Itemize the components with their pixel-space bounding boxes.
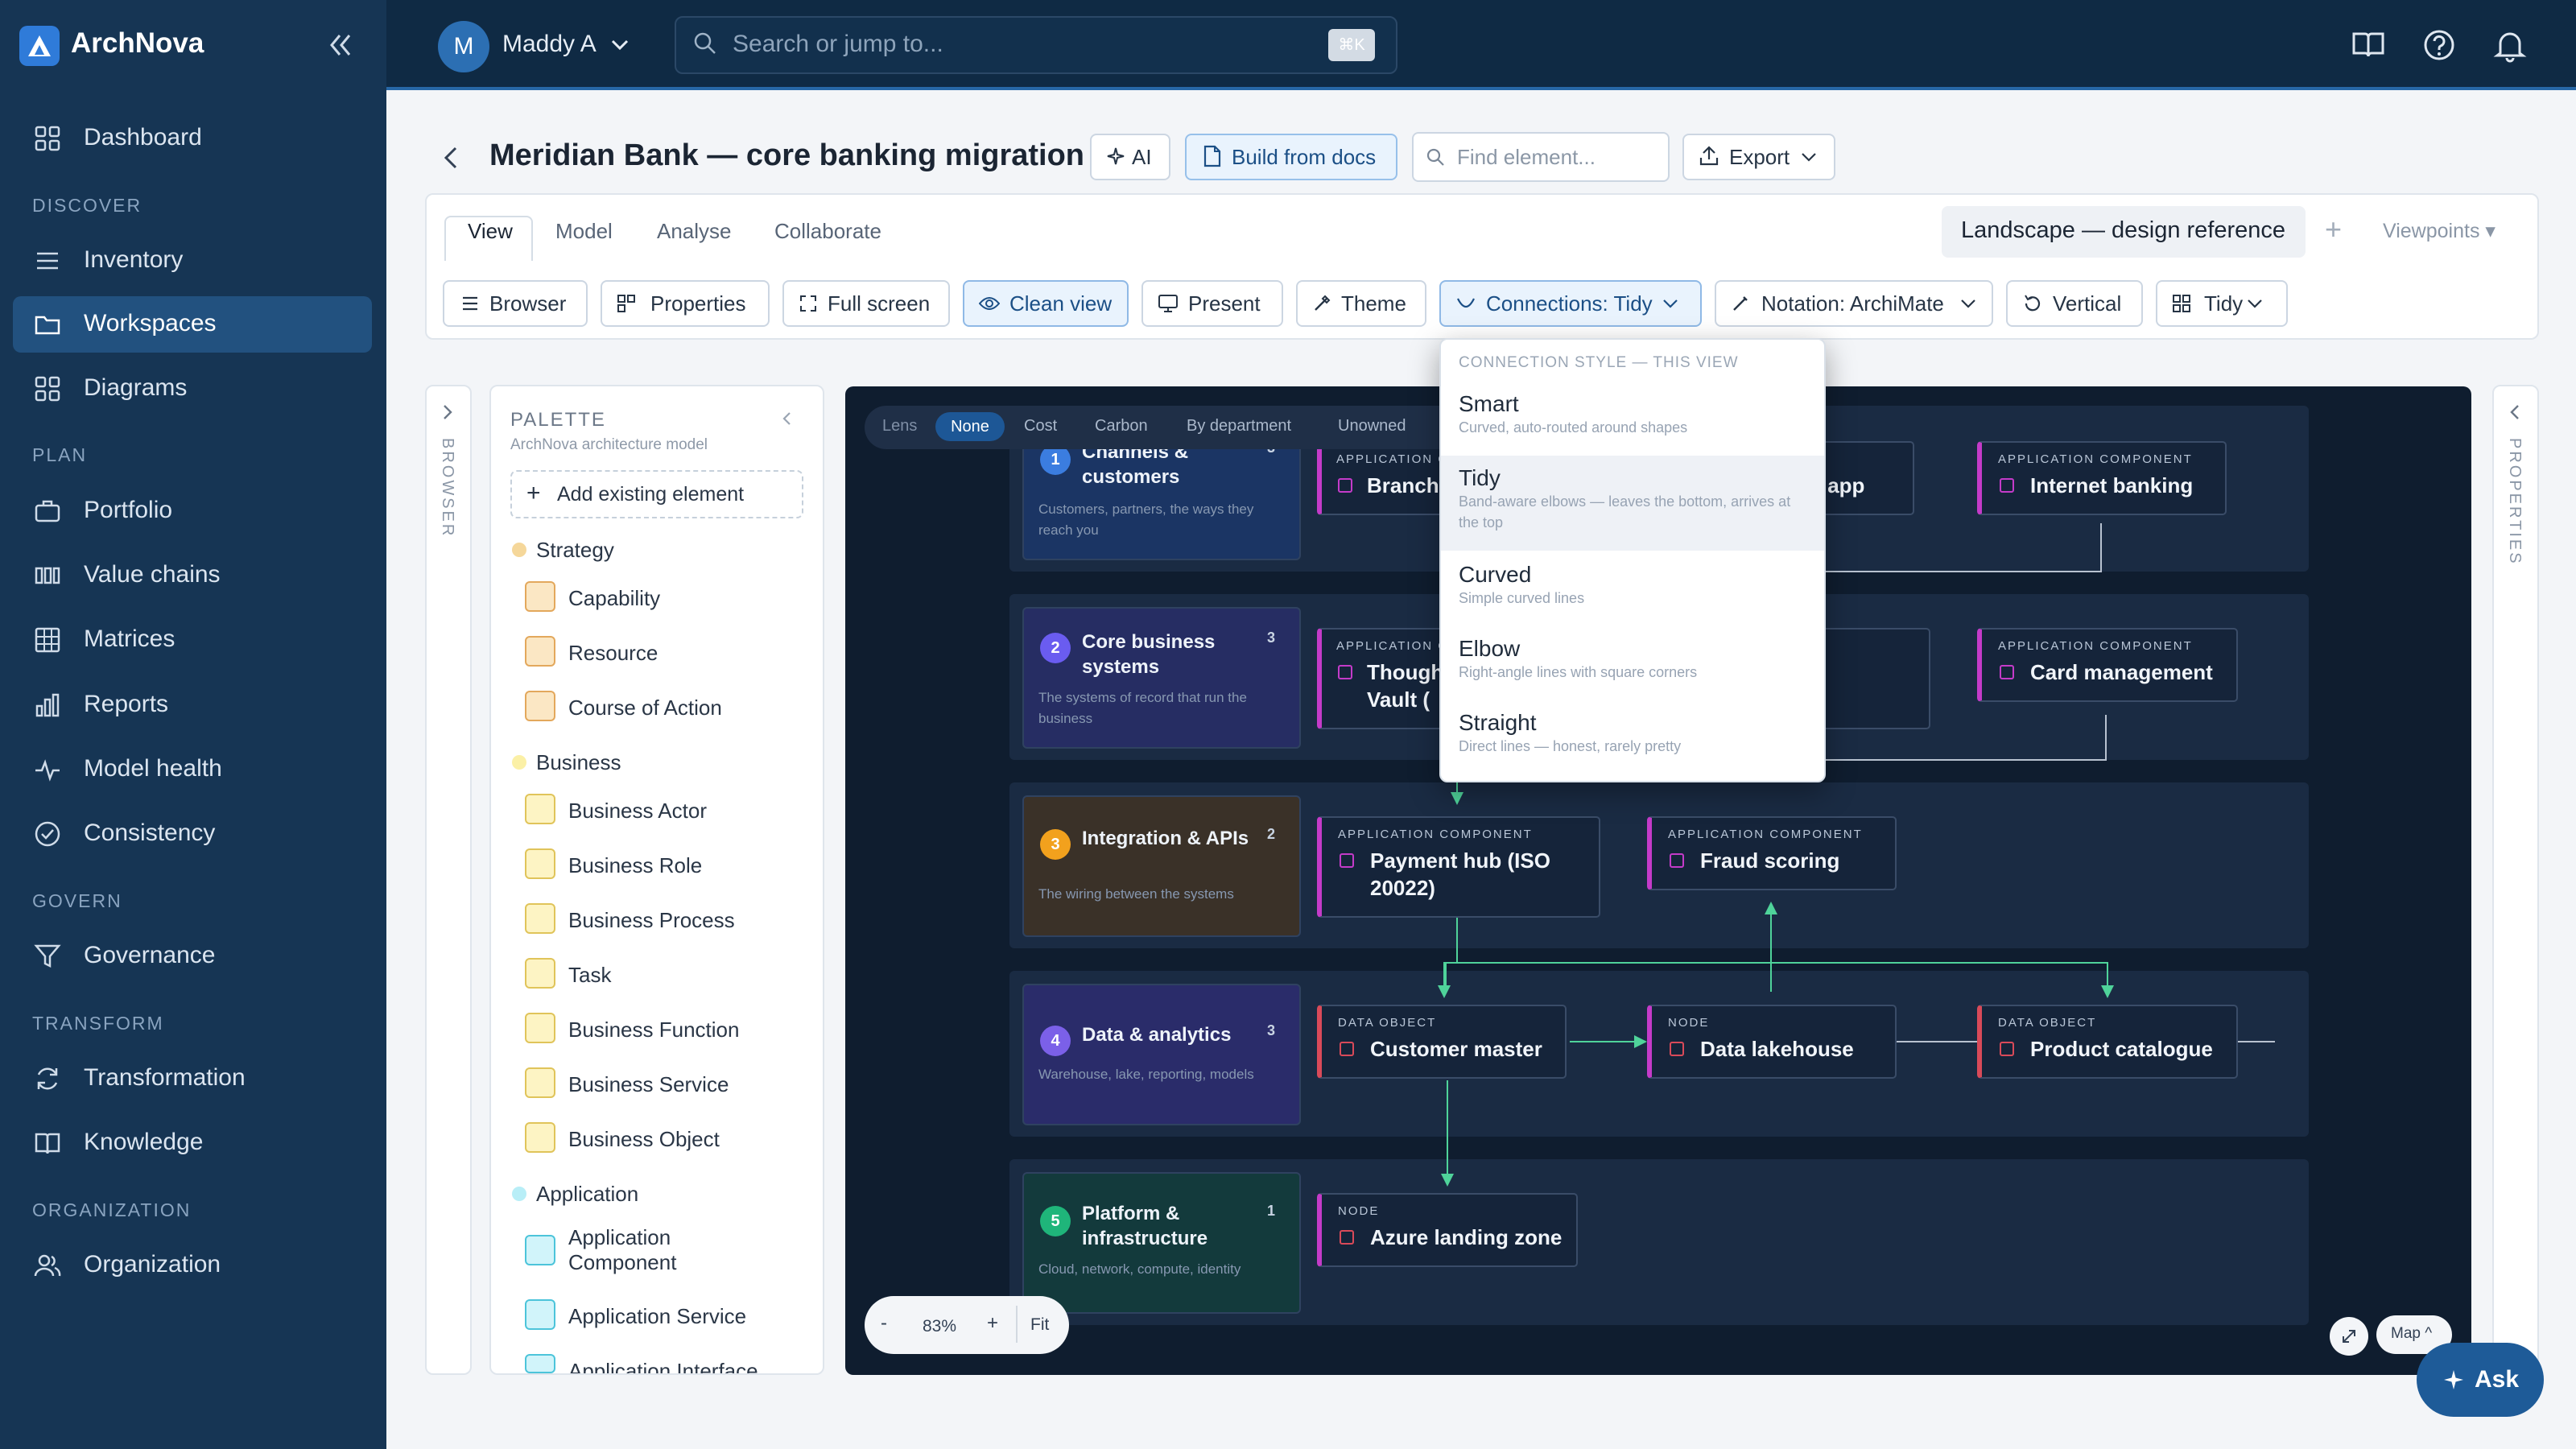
expand-diagonal-icon bbox=[2343, 1330, 2355, 1343]
option-name: Elbow bbox=[1459, 636, 1521, 661]
zoom-level: 83% bbox=[923, 1317, 957, 1335]
capability-description: The systems of record that run the busin… bbox=[1038, 690, 1247, 726]
capability-description: Customers, partners, the ways they reach… bbox=[1038, 502, 1254, 538]
element-azure-landing-zone[interactable]: NODE Azure landing zone bbox=[1317, 1193, 1578, 1267]
option-description: Simple curved lines bbox=[1459, 590, 1585, 606]
element-internet-banking[interactable]: APPLICATION COMPONENT Internet banking bbox=[1977, 441, 2227, 515]
option-name: Tidy bbox=[1459, 465, 1501, 490]
element-type: APPLICATION C bbox=[1336, 639, 1446, 653]
capability-number: 4 bbox=[1040, 1026, 1071, 1056]
element-type: APPLICATION COMPONENT bbox=[1338, 828, 1533, 841]
capability-title: Data & analytics bbox=[1082, 1024, 1232, 1046]
element-name: Data lakehouse bbox=[1700, 1037, 1854, 1061]
capability-description: Cloud, network, compute, identity bbox=[1038, 1261, 1241, 1277]
data-object-icon bbox=[1340, 1042, 1354, 1056]
element-name: Branch bbox=[1367, 473, 1439, 497]
component-icon bbox=[2000, 478, 2014, 493]
capability-count: 3 bbox=[1267, 630, 1276, 646]
option-name: Curved bbox=[1459, 562, 1532, 587]
lens-option-unowned[interactable]: Unowned bbox=[1338, 417, 1406, 436]
option-description: Curved, auto-routed around shapes bbox=[1459, 419, 1688, 436]
data-object-icon bbox=[2000, 1042, 2014, 1056]
element-type: APPLICATION C bbox=[1336, 452, 1446, 466]
element-name: Internet banking bbox=[2030, 473, 2194, 497]
capability-number: 3 bbox=[1040, 829, 1071, 860]
capability-title: Platform & infrastructure bbox=[1082, 1203, 1208, 1249]
capability-card[interactable] bbox=[1022, 984, 1301, 1125]
menu-option-tidy[interactable]: Tidy Band-aware elbows — leaves the bott… bbox=[1459, 465, 1813, 533]
component-icon bbox=[2000, 665, 2014, 679]
element-type: NODE bbox=[1338, 1204, 1380, 1218]
element-type: DATA OBJECT bbox=[1998, 1016, 2097, 1030]
menu-header: CONNECTION STYLE — THIS VIEW bbox=[1459, 354, 1739, 371]
lens-option-by-department[interactable]: By department bbox=[1187, 417, 1291, 436]
capability-number: 2 bbox=[1040, 633, 1071, 663]
capability-count: 2 bbox=[1267, 826, 1276, 842]
lens-option-carbon[interactable]: Carbon bbox=[1095, 417, 1148, 436]
capability-description: Warehouse, lake, reporting, models bbox=[1038, 1067, 1254, 1082]
element-card-management[interactable]: APPLICATION COMPONENT Card management bbox=[1977, 628, 2238, 702]
ask-label: Ask bbox=[2475, 1366, 2520, 1393]
zoom-out-button[interactable]: - bbox=[881, 1312, 887, 1335]
zoom-in-button[interactable]: + bbox=[987, 1312, 998, 1335]
capability-count: 1 bbox=[1267, 1203, 1276, 1219]
element-branch[interactable]: APPLICATION C Branch bbox=[1317, 441, 1446, 515]
element-type: NODE bbox=[1668, 1016, 1710, 1030]
map-label: Map ^ bbox=[2391, 1325, 2433, 1342]
lens-option-none[interactable]: None bbox=[935, 412, 1005, 441]
element-data-lakehouse[interactable]: NODE Data lakehouse bbox=[1647, 1005, 1897, 1079]
menu-option-elbow[interactable]: Elbow Right-angle lines with square corn… bbox=[1459, 636, 1821, 683]
element-name: Azure landing zone bbox=[1370, 1225, 1563, 1249]
zoom-divider bbox=[1016, 1306, 1018, 1343]
capability-number: 5 bbox=[1040, 1206, 1071, 1236]
fit-button[interactable]: Fit bbox=[1030, 1315, 1049, 1335]
element-name: Though Vault ( bbox=[1367, 660, 1444, 712]
element-name: Product catalogue bbox=[2030, 1037, 2213, 1061]
element-customer-master[interactable]: DATA OBJECT Customer master bbox=[1317, 1005, 1567, 1079]
menu-option-curved[interactable]: Curved Simple curved lines bbox=[1459, 562, 1821, 609]
element-fraud-scoring[interactable]: APPLICATION COMPONENT Fraud scoring bbox=[1647, 816, 1897, 890]
element-name: Payment hub (ISO 20022) bbox=[1370, 848, 1550, 900]
element-type: DATA OBJECT bbox=[1338, 1016, 1437, 1030]
expand-canvas-button[interactable] bbox=[2330, 1317, 2368, 1356]
element-product-catalogue[interactable]: DATA OBJECT Product catalogue bbox=[1977, 1005, 2238, 1079]
capability-title: Integration & APIs bbox=[1082, 828, 1249, 849]
option-name: Straight bbox=[1459, 710, 1537, 735]
element-payment-hub[interactable]: APPLICATION COMPONENT Payment hub (ISO 2… bbox=[1317, 816, 1600, 918]
option-description: Band-aware elbows — leaves the bottom, a… bbox=[1459, 493, 1791, 530]
capability-description: The wiring between the systems bbox=[1038, 886, 1234, 902]
component-icon bbox=[1340, 853, 1354, 868]
menu-option-smart[interactable]: Smart Curved, auto-routed around shapes bbox=[1459, 391, 1821, 438]
capability-card[interactable] bbox=[1022, 795, 1301, 937]
lens-label: Lens bbox=[882, 417, 918, 435]
component-icon bbox=[1338, 478, 1352, 493]
element-type: APPLICATION COMPONENT bbox=[1668, 828, 1863, 841]
lens-option-cost[interactable]: Cost bbox=[1024, 417, 1057, 436]
ask-button[interactable]: Ask bbox=[2417, 1343, 2544, 1417]
element-thought-vault[interactable]: APPLICATION C Though Vault ( bbox=[1317, 628, 1446, 729]
element-type: APPLICATION COMPONENT bbox=[1998, 639, 2193, 653]
node-icon bbox=[1340, 1230, 1354, 1245]
component-icon bbox=[1338, 665, 1352, 679]
element-name: Card management bbox=[2030, 660, 2213, 684]
menu-option-straight[interactable]: Straight Direct lines — honest, rarely p… bbox=[1459, 710, 1821, 757]
capability-count: 3 bbox=[1267, 1022, 1276, 1038]
option-description: Right-angle lines with square corners bbox=[1459, 664, 1698, 680]
element-name: Fraud scoring bbox=[1700, 848, 1840, 873]
option-description: Direct lines — honest, rarely pretty bbox=[1459, 738, 1682, 754]
option-name: Smart bbox=[1459, 391, 1519, 416]
element-type: APPLICATION COMPONENT bbox=[1998, 452, 2193, 466]
component-icon bbox=[1670, 853, 1684, 868]
sparkle-icon bbox=[2444, 1370, 2463, 1389]
element-name: Customer master bbox=[1370, 1037, 1542, 1061]
capability-title: Core business systems bbox=[1082, 631, 1216, 678]
node-icon bbox=[1670, 1042, 1684, 1056]
